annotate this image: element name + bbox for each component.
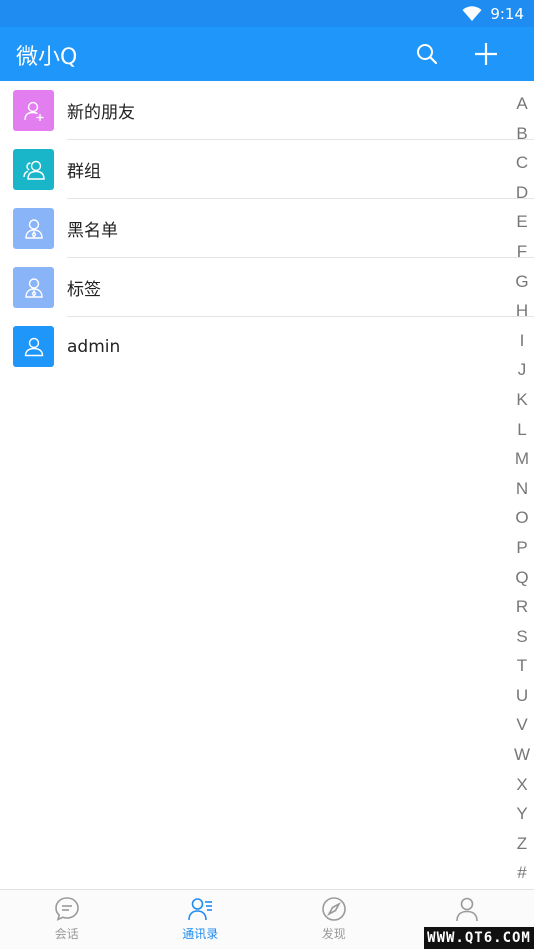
index-letter[interactable]: W [514,740,530,770]
search-icon [417,44,438,65]
contact-item-label: 新的朋友 [67,103,135,123]
index-letter[interactable]: P [516,533,527,563]
contact-item-groups[interactable]: 群组 [0,140,534,199]
contact-item-tags[interactable]: 标签 [0,258,534,317]
contact-item-label: 群组 [67,162,101,182]
index-letter[interactable]: E [516,207,527,237]
index-letter[interactable]: # [517,858,526,888]
plus-icon [475,43,497,65]
index-letter[interactable]: A [516,89,527,119]
new-friends-avatar [13,90,54,131]
compass-icon [321,897,346,921]
blacklist-avatar [13,208,54,249]
tab-label: 通讯录 [182,927,219,941]
tab-chats[interactable]: 会话 [0,890,134,949]
contact-item-label: 标签 [67,280,101,300]
index-letter[interactable]: F [517,237,527,267]
index-letter[interactable]: Y [516,799,527,829]
add-button[interactable] [468,36,504,72]
contact-item-admin[interactable]: admin [0,317,510,376]
index-letter[interactable]: J [518,355,527,385]
index-letter[interactable]: M [515,444,529,474]
index-letter[interactable]: N [516,474,528,504]
search-button[interactable] [409,36,445,72]
index-letter[interactable]: U [516,681,528,711]
index-letter[interactable]: R [516,592,528,622]
app-bar: 微小Q [0,27,534,81]
index-letter[interactable]: D [516,178,528,208]
alphabet-index-bar[interactable]: A B C D E F G H I J K L M N O P Q R S T U V W X Y Z # [510,89,534,888]
tab-contacts[interactable]: 通讯录 [134,890,268,949]
contact-item-new-friends[interactable]: 新的朋友 [0,81,534,140]
index-letter[interactable]: B [516,119,527,149]
contacts-icon [188,898,213,921]
index-letter[interactable]: H [516,296,528,326]
contact-item-label: 黑名单 [67,221,118,241]
index-letter[interactable]: Q [515,563,528,593]
admin-avatar [13,326,54,367]
tab-label: 发现 [321,927,346,941]
profile-icon [456,897,479,922]
status-time: 9:14 [490,4,524,23]
chat-icon [54,897,79,921]
index-letter[interactable]: V [516,710,527,740]
tag-icon [24,277,43,298]
index-letter[interactable]: C [516,148,528,178]
index-letter[interactable]: Z [517,829,527,859]
contact-item-label: admin [67,336,121,357]
index-letter[interactable]: S [516,622,527,652]
blacklist-icon [24,218,43,239]
index-letter[interactable]: O [515,503,528,533]
index-letter[interactable]: G [515,267,528,297]
add-user-icon [23,101,43,121]
index-letter[interactable]: T [517,651,527,681]
groups-avatar [13,149,54,190]
status-bar: 9:14 [0,0,534,27]
tab-discover[interactable]: 发现 [267,890,401,949]
contact-list: 新的朋友 群组 黑名单 标签 admin [0,81,534,376]
index-letter[interactable]: X [516,770,527,800]
tags-avatar [13,267,54,308]
wifi-icon [462,5,482,21]
contact-item-blacklist[interactable]: 黑名单 [0,199,534,258]
tab-label: 会话 [54,927,79,941]
contacts-screen: 9:14 微小Q 新的朋友 群组 黑名单 标签 admin A B C D E … [0,0,534,949]
app-title: 微小Q [16,45,78,70]
index-letter[interactable]: I [520,326,525,356]
index-letter[interactable]: L [517,415,526,445]
group-icon [22,160,45,180]
user-icon [24,337,43,356]
index-letter[interactable]: K [516,385,527,415]
watermark: WWW.QT6.COM [424,927,534,949]
